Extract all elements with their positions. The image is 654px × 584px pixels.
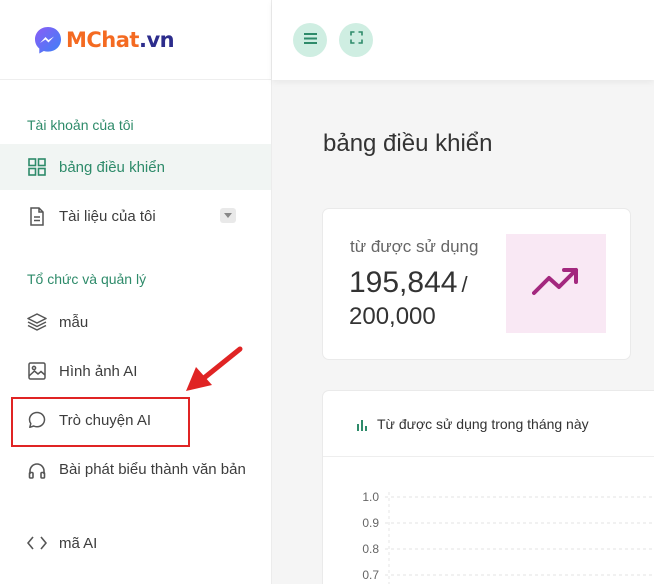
sidebar-item-speech-to-text[interactable]: Bài phát biểu thành văn bản — [0, 457, 271, 517]
chart-y-tick-label: 0.8 — [362, 542, 379, 556]
chevron-down-icon[interactable] — [220, 208, 236, 223]
logo[interactable]: MChat.vn — [0, 0, 271, 80]
sidebar-item-label: Tài liệu của tôi — [59, 207, 156, 225]
chart-y-tick-label: 0.7 — [362, 568, 379, 582]
sidebar: MChat.vn Tài khoản của tôi bảng điều khi… — [0, 0, 272, 584]
sidebar-item-label: bảng điều khiển — [59, 158, 165, 176]
stat-icon-box — [506, 234, 606, 333]
logo-text: MChat.vn — [66, 27, 175, 52]
headphones-icon — [27, 460, 47, 480]
annotation-arrow-icon — [186, 346, 243, 391]
logo-text-suffix: .vn — [138, 27, 175, 52]
sidebar-item-label: mẫu — [59, 313, 89, 331]
logo-text-main: MChat — [66, 27, 139, 52]
fullscreen-button[interactable] — [339, 23, 373, 57]
section-title-account: Tài khoản của tôi — [27, 117, 134, 133]
section-title-org: Tổ chức và quản lý — [27, 271, 147, 287]
expand-icon — [349, 31, 363, 49]
stat-separator: / — [461, 272, 468, 297]
sidebar-item-label: mã AI — [59, 534, 98, 552]
chart-title: Từ được sử dụng trong tháng này — [377, 415, 589, 432]
sidebar-item-dashboard[interactable]: bảng điều khiển — [0, 144, 271, 190]
sidebar-item-my-documents[interactable]: Tài liệu của tôi — [0, 193, 271, 239]
layers-icon — [27, 312, 47, 332]
chart-y-tick-label: 0.9 — [362, 516, 379, 530]
page-title: bảng điều khiển — [323, 130, 493, 157]
sidebar-item-ai-code[interactable]: mã AI — [0, 520, 271, 566]
trending-up-icon — [532, 266, 580, 301]
messenger-logo-icon — [32, 24, 64, 56]
chart-header: Từ được sử dụng trong tháng này — [323, 391, 654, 457]
hamburger-icon — [303, 31, 317, 49]
menu-toggle-button[interactable] — [293, 23, 327, 57]
stat-card-words-used: từ được sử dụng 195,844/ 200,000 — [322, 208, 631, 360]
chart-plot: 1.0 0.9 0.8 0.7 — [362, 490, 654, 584]
stat-value: 195,844/ — [349, 265, 499, 303]
chart-card: Từ được sử dụng trong tháng này 1.0 0.9 0.… — [322, 390, 654, 584]
image-icon — [27, 361, 47, 381]
topbar — [272, 0, 654, 80]
sidebar-item-label: Hình ảnh AI — [59, 362, 138, 380]
stat-used: 195,844 — [349, 266, 458, 299]
highlight-box — [11, 397, 190, 447]
sidebar-item-templates[interactable]: mẫu — [0, 299, 271, 345]
stat-total: 200,000 — [349, 303, 436, 330]
document-icon — [27, 206, 47, 226]
bar-chart-icon — [356, 418, 368, 431]
chart-y-tick-label: 1.0 — [362, 490, 379, 504]
sidebar-item-label: Bài phát biểu thành văn bản — [59, 461, 246, 478]
stat-label: từ được sử dụng — [350, 237, 479, 256]
grid-icon — [27, 157, 47, 177]
code-icon — [27, 533, 47, 553]
